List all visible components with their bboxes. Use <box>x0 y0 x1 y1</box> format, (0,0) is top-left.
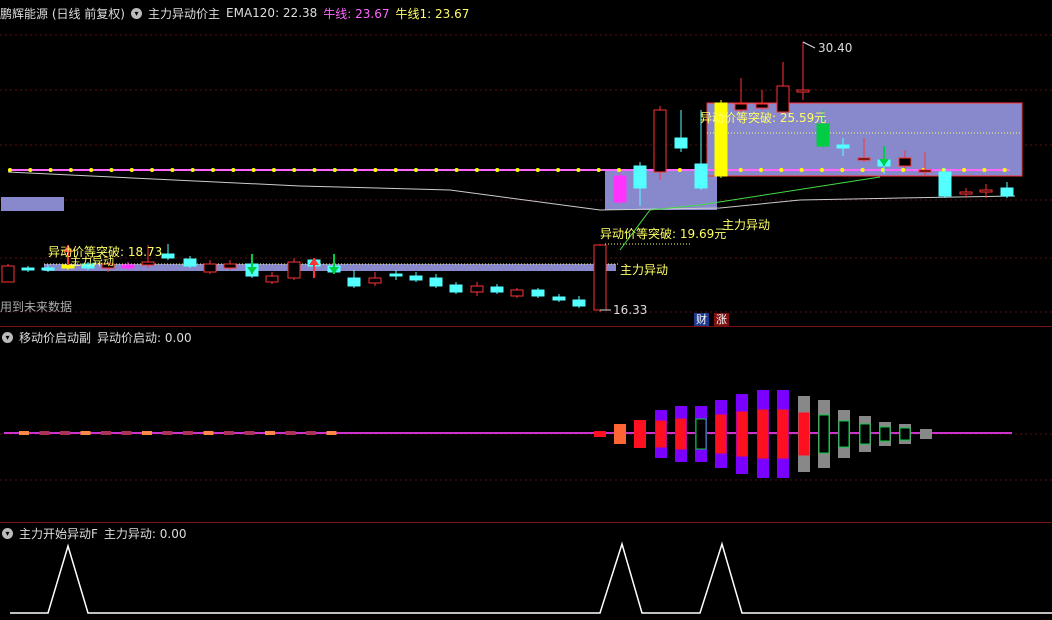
mini-bar <box>101 431 111 435</box>
osc-bar-inner <box>838 420 850 448</box>
mini-bar <box>142 431 152 435</box>
mini-bar <box>285 431 296 435</box>
osc-bar <box>920 429 932 439</box>
finance-badge[interactable]: 财 <box>694 313 709 326</box>
mini-bar <box>162 431 173 435</box>
osc-bar-inner <box>899 427 911 441</box>
osc-bar-inner <box>777 409 789 459</box>
osc-bar-inner <box>695 418 707 450</box>
mini-bar <box>224 431 234 435</box>
osc-bar-inner <box>736 411 748 457</box>
mini-bar <box>39 431 50 435</box>
limit-up-badge[interactable]: 涨 <box>714 313 729 326</box>
mini-bar <box>121 431 132 435</box>
spike-line <box>10 541 1052 614</box>
osc-bar-inner <box>675 418 687 450</box>
osc-bar <box>594 431 606 437</box>
mini-bar <box>265 431 275 435</box>
mini-bar <box>80 431 91 435</box>
osc-bar-inner <box>879 426 891 442</box>
mini-bar <box>19 431 29 435</box>
osc-bar-inner <box>715 414 727 454</box>
osc-bar-inner <box>757 409 769 459</box>
osc-bar <box>634 420 646 448</box>
mini-bar <box>306 431 316 435</box>
mini-bar <box>203 431 214 435</box>
mini-bar <box>60 431 70 435</box>
mini-bar <box>244 431 255 435</box>
osc-bar-inner <box>798 412 810 456</box>
sub-chart-2[interactable] <box>0 0 1052 620</box>
mini-bar <box>183 431 193 435</box>
mini-bar <box>326 431 337 435</box>
osc-bar-inner <box>859 423 871 445</box>
osc-bar-inner <box>655 420 667 448</box>
osc-bar-inner <box>818 414 830 454</box>
osc-bar <box>614 424 626 444</box>
